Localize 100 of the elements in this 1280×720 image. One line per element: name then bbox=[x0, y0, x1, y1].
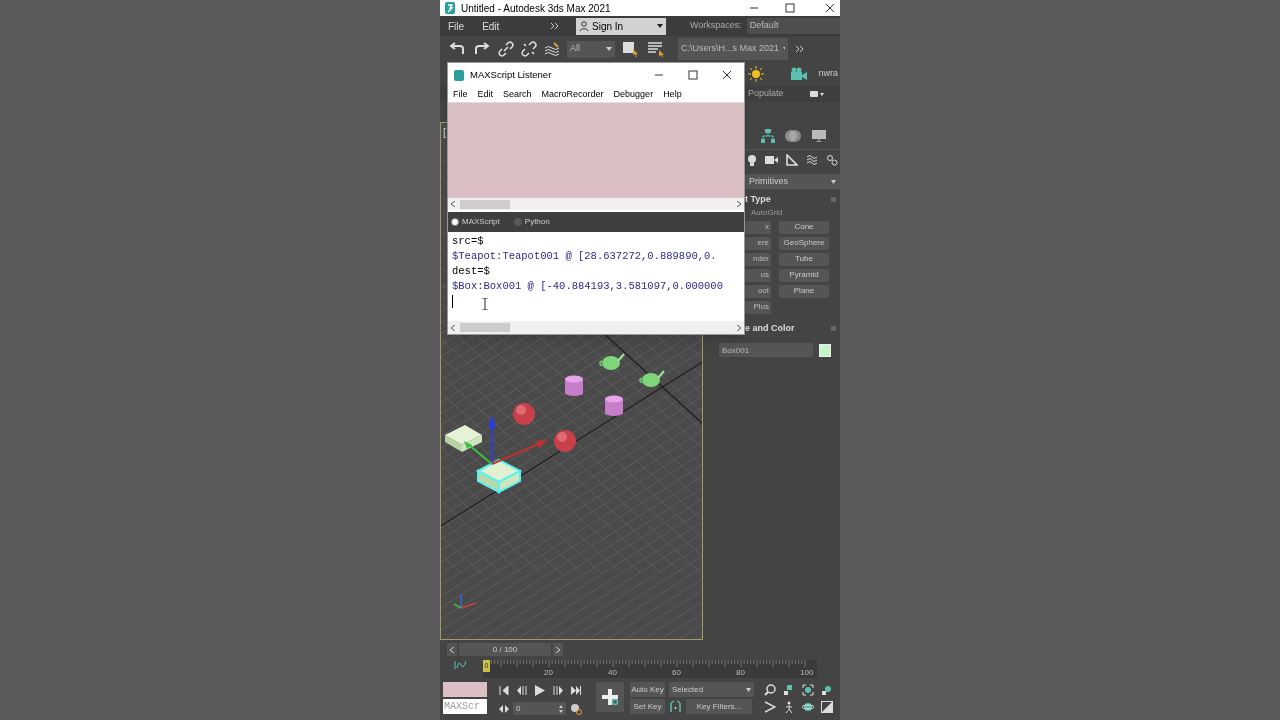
select-by-name-icon[interactable] bbox=[647, 41, 665, 57]
go-to-end-icon[interactable] bbox=[571, 686, 581, 695]
menu-item[interactable]: MacroRecorder bbox=[541, 87, 604, 102]
object-type-button[interactable]: Plane bbox=[779, 284, 829, 298]
chevrons-icon[interactable] bbox=[550, 21, 560, 31]
go-to-start-icon[interactable] bbox=[499, 686, 509, 695]
menu-item[interactable]: Help bbox=[663, 87, 682, 102]
workspaces-label: Workspaces: bbox=[690, 19, 742, 33]
next-key-icon[interactable] bbox=[553, 686, 563, 695]
axis-tripod-icon bbox=[453, 593, 477, 609]
y-axis-arrow[interactable] bbox=[464, 441, 493, 465]
menu-item[interactable]: Edit bbox=[482, 18, 500, 34]
box-drawing bbox=[445, 425, 482, 452]
mini-listener-input[interactable]: MAXScr bbox=[443, 699, 487, 714]
zoom-extents-all-icon[interactable] bbox=[821, 684, 833, 696]
workspace-dropdown[interactable]: Default bbox=[746, 18, 840, 34]
tick-label: 20 bbox=[544, 668, 553, 677]
tick-label: 40 bbox=[608, 668, 617, 677]
close-icon[interactable] bbox=[825, 3, 835, 13]
wave-icon[interactable] bbox=[544, 42, 560, 56]
walk-through-icon[interactable] bbox=[783, 701, 795, 713]
zoom-icon[interactable] bbox=[764, 684, 776, 696]
tick-label: 100 bbox=[800, 668, 814, 677]
curve-editor-icon[interactable] bbox=[454, 660, 468, 670]
populate-tab[interactable]: Populate bbox=[748, 87, 784, 101]
orbit-icon[interactable] bbox=[802, 701, 814, 713]
set-key-button[interactable]: Set Key bbox=[630, 699, 665, 714]
sign-in-dropdown[interactable]: Sign In bbox=[576, 17, 666, 35]
redo-icon[interactable] bbox=[473, 42, 491, 56]
input-pane[interactable]: src=$ $Teapot:Teapot001 @ [28.637272,0.889890,0. dest=$ $Box:Box001 @ [-40.884193,3.581097,0.000000 bbox=[448, 232, 744, 321]
caret-icon bbox=[657, 24, 663, 28]
autogrid-label: AutoGrid bbox=[751, 206, 784, 219]
set-key-plus-button[interactable] bbox=[596, 682, 624, 712]
close-icon[interactable] bbox=[722, 70, 732, 80]
next-frame-button[interactable] bbox=[553, 643, 563, 656]
maximize-viewport-icon[interactable] bbox=[821, 701, 833, 713]
menu-item[interactable]: Debugger bbox=[613, 87, 654, 102]
select-object-icon[interactable] bbox=[622, 41, 640, 57]
scrollbar-thumb[interactable] bbox=[460, 323, 510, 332]
scrollbar-thumb[interactable] bbox=[460, 199, 510, 209]
link-icon[interactable] bbox=[498, 41, 514, 57]
video-camera-icon[interactable] bbox=[790, 67, 809, 81]
undo-icon[interactable] bbox=[448, 42, 466, 56]
frame-counter[interactable]: 0 / 100 bbox=[459, 643, 551, 656]
x-axis-arrow[interactable] bbox=[491, 440, 548, 465]
auto-key-button[interactable]: Auto Key bbox=[630, 682, 665, 697]
object-type-button[interactable]: Tube bbox=[779, 252, 829, 266]
z-axis-arrow[interactable] bbox=[488, 414, 496, 465]
object-type-button[interactable]: oot bbox=[745, 284, 771, 298]
display-icon[interactable] bbox=[811, 129, 827, 142]
object-type-button[interactable]: Plus bbox=[745, 300, 771, 314]
menu-item[interactable]: File bbox=[448, 18, 465, 34]
wave-icon[interactable] bbox=[806, 154, 818, 166]
camera-icon[interactable] bbox=[765, 155, 778, 165]
dropdown-icon[interactable] bbox=[809, 90, 824, 98]
zoom-all-icon[interactable] bbox=[783, 684, 795, 696]
frame-spinner[interactable]: 0 bbox=[513, 702, 566, 715]
object-name-field[interactable]: Box001 bbox=[719, 343, 813, 357]
language-radio[interactable]: MAXScript bbox=[451, 216, 500, 228]
language-radio[interactable]: Python bbox=[513, 216, 550, 228]
ruler-triangle-icon[interactable] bbox=[786, 154, 798, 166]
maximize-icon[interactable] bbox=[688, 70, 698, 80]
object-type-button[interactable]: x bbox=[745, 220, 771, 234]
app-icon bbox=[454, 69, 464, 81]
hierarchy-icon[interactable] bbox=[761, 128, 775, 143]
teapot-drawing bbox=[599, 353, 625, 370]
listener-title: MAXScript Listener bbox=[470, 67, 552, 82]
horizontal-scrollbar[interactable] bbox=[448, 321, 744, 334]
object-type-button[interactable]: nder bbox=[745, 252, 771, 266]
viewport-label[interactable]: [ bbox=[443, 125, 446, 140]
unlink-icon[interactable] bbox=[521, 41, 537, 57]
rollout-title[interactable]: t Type bbox=[745, 193, 771, 207]
previous-key-icon[interactable] bbox=[517, 686, 527, 695]
toolbar-label: nwra bbox=[818, 67, 838, 81]
object-type-button[interactable]: Pyramid bbox=[779, 268, 829, 282]
horizontal-scrollbar[interactable] bbox=[448, 198, 744, 210]
zoom-extents-icon[interactable] bbox=[802, 684, 814, 696]
project-folder-dropdown[interactable]: C:\Users\H...s Max 2021 bbox=[678, 38, 788, 60]
maximize-icon[interactable] bbox=[785, 3, 795, 13]
time-config-icon[interactable] bbox=[499, 704, 509, 713]
object-color-swatch[interactable] bbox=[819, 343, 831, 357]
key-filters-button[interactable]: Key Filters... bbox=[686, 699, 752, 714]
selection-filter-dropdown[interactable]: All bbox=[567, 40, 615, 58]
object-type-button[interactable]: Cone bbox=[779, 220, 829, 234]
sun-icon[interactable] bbox=[748, 66, 765, 82]
previous-frame-button[interactable] bbox=[447, 643, 457, 656]
key-set-dropdown[interactable]: Selected bbox=[669, 682, 754, 697]
object-type-button[interactable]: us bbox=[745, 268, 771, 282]
menu-item[interactable]: File bbox=[453, 87, 468, 102]
chevrons-icon[interactable] bbox=[795, 44, 805, 54]
rollout-title[interactable]: e and Color bbox=[745, 321, 795, 335]
object-type-button[interactable]: GeoSphere bbox=[779, 236, 829, 250]
tick-label: 80 bbox=[736, 668, 745, 677]
object-type-button[interactable]: ere bbox=[745, 236, 771, 250]
category-dropdown[interactable]: Primitives bbox=[745, 174, 840, 189]
gears-icon[interactable] bbox=[826, 154, 838, 166]
light-bulb-icon[interactable] bbox=[747, 154, 757, 166]
menu-item[interactable]: Edit bbox=[477, 87, 494, 102]
menu-item[interactable]: Search bbox=[503, 87, 532, 102]
play-icon[interactable] bbox=[535, 685, 545, 696]
